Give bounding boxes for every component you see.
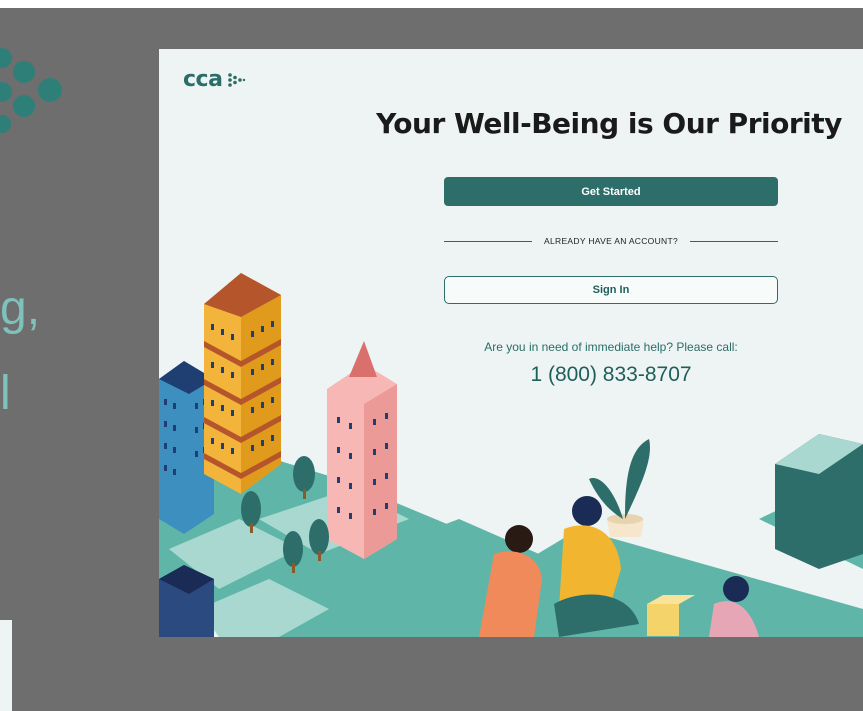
cca-logo[interactable]: cca xyxy=(183,67,246,92)
sign-in-button[interactable]: Sign In xyxy=(444,276,778,304)
help-phone-number[interactable]: 1 (800) 833-8707 xyxy=(444,363,778,387)
page-title: Your Well-Being is Our Priority xyxy=(376,107,842,140)
divider-line-left xyxy=(444,240,533,242)
background-left-panel xyxy=(0,620,12,711)
account-divider: ALREADY HAVE AN ACCOUNT? xyxy=(444,234,779,248)
divider-label: ALREADY HAVE AN ACCOUNT? xyxy=(544,236,678,246)
logo-text: cca xyxy=(183,67,223,92)
get-started-button[interactable]: Get Started xyxy=(444,177,778,206)
background-text-line-1: g, xyxy=(0,282,41,335)
help-prompt: Are you in need of immediate help? Pleas… xyxy=(484,340,738,354)
background-text-line-2: l xyxy=(0,367,11,420)
logo-dots-icon xyxy=(228,72,246,87)
welcome-screen: cca Your Well-Being is Our Priority Get … xyxy=(159,49,863,637)
divider-line-right xyxy=(689,240,779,242)
background-dots-icon xyxy=(0,48,62,133)
